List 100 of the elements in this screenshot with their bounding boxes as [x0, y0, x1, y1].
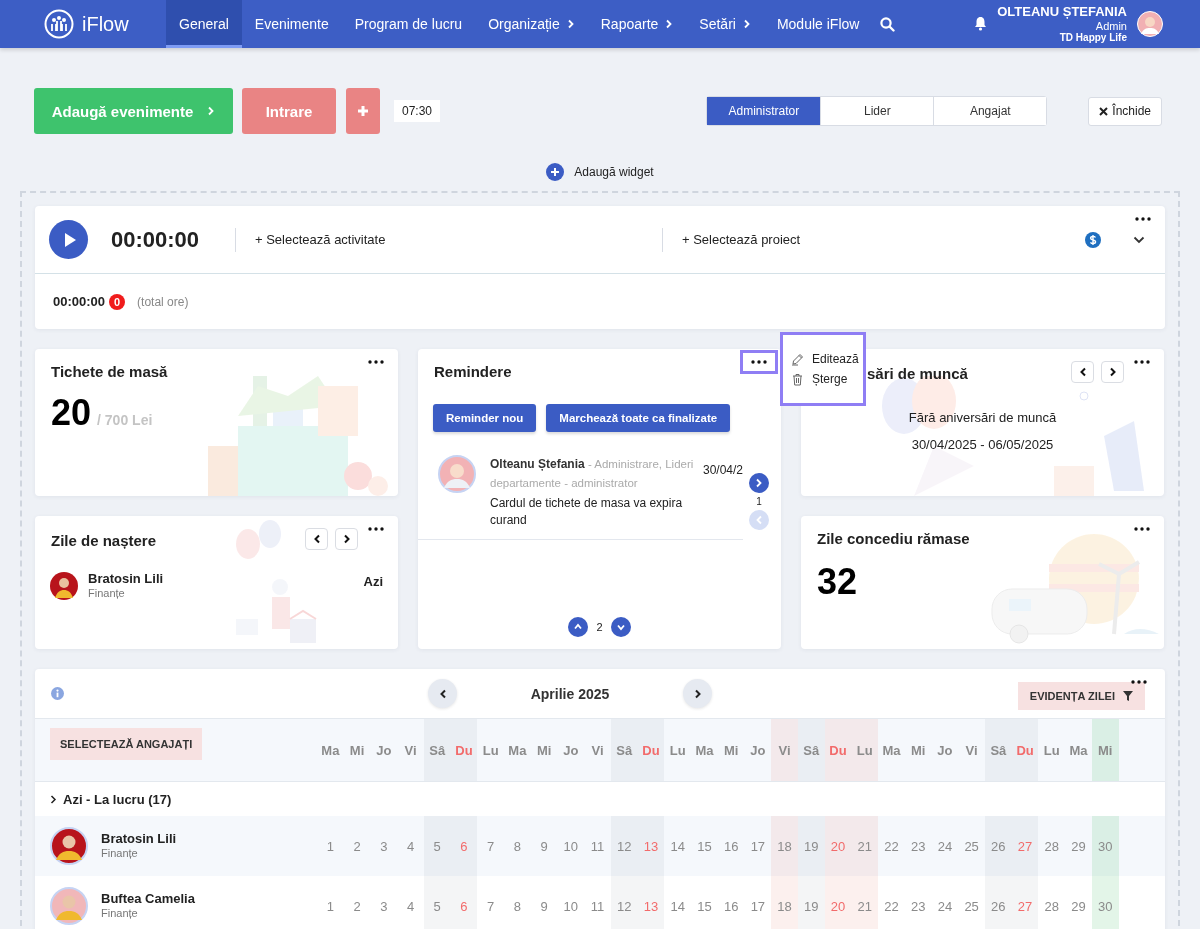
day-cell: 13 [637, 876, 665, 929]
more-icon[interactable] [368, 360, 384, 364]
weekday-header: Sâ [984, 719, 1012, 781]
day-records-filter-button[interactable]: EVIDENȚA ZILEI [1017, 681, 1145, 710]
nav-item[interactable]: General [166, 0, 242, 48]
day-cell-text: 8 [512, 897, 522, 916]
day-cell-text: 16 [722, 837, 740, 856]
day-cell-text: 17 [749, 837, 767, 856]
select-activity-button[interactable]: + Selectează activitate [255, 232, 386, 247]
select-project-button[interactable]: + Selectează proiect [682, 232, 801, 247]
filter-icon [1123, 690, 1133, 701]
bell-icon[interactable] [974, 16, 988, 32]
day-cell-text: 14 [669, 837, 686, 856]
reminder-message: Cardul de tichete de masa va expira curand [490, 495, 684, 529]
more-icon[interactable] [1134, 360, 1150, 364]
chevron-right-icon [693, 688, 702, 699]
weekday-header: Mi [909, 741, 927, 760]
next-month-button[interactable] [683, 679, 712, 708]
day-cell: 20 [824, 816, 852, 876]
day-cell-text: 10 [562, 837, 580, 856]
day-cell-text: 3 [379, 837, 389, 856]
next-button[interactable] [1101, 361, 1124, 383]
more-icon[interactable] [1131, 680, 1147, 684]
avatar[interactable] [1137, 11, 1163, 37]
weekday-header: Jo [562, 741, 580, 760]
day-cell: 21 [851, 876, 879, 929]
weekday-header: Lu [668, 741, 687, 760]
weekday-header: Jo [375, 741, 393, 760]
card-title: Zile de naștere [51, 531, 157, 549]
more-icon[interactable] [368, 527, 384, 531]
weekday-header: Vi [403, 741, 418, 760]
day-cell-text: 24 [936, 897, 954, 916]
day-cell: 20 [824, 876, 852, 929]
more-button[interactable] [740, 350, 778, 374]
chevron-right-icon [207, 106, 216, 116]
chevron-right-icon [566, 19, 575, 29]
day-cell-text: 25 [963, 837, 980, 856]
plus-icon [546, 163, 565, 181]
weekday-header: Du [637, 719, 665, 781]
day-cell-text: 25 [963, 897, 980, 916]
weekday-header: Vi [771, 719, 798, 781]
previous-month-button[interactable] [428, 679, 457, 708]
day-cell: 26 [984, 816, 1012, 876]
day-cell-text: 3 [379, 897, 389, 916]
group-toggle[interactable]: Azi - La lucru (17) [50, 791, 172, 807]
day-cell: 30 [1091, 816, 1119, 876]
day-cell-text: 2 [352, 837, 362, 856]
timer-display: 00:00:00 [111, 226, 201, 253]
avatar [50, 572, 78, 600]
role-tab[interactable]: Angajat [933, 97, 1047, 125]
select-employees-button[interactable]: SELECTEAZĂ ANGAJAȚI [50, 728, 203, 760]
chevron-down-icon[interactable] [1133, 235, 1145, 244]
role-tab[interactable]: Administrator [707, 97, 821, 125]
chevron-left-icon [312, 534, 321, 544]
day-cell-text: 8 [512, 837, 522, 856]
weekday-header: Sâ [797, 719, 825, 781]
next-button[interactable] [335, 528, 358, 550]
day-cell-text: 11 [589, 837, 606, 856]
reminder-action-button[interactable]: Marchează toate ca finalizate [546, 404, 731, 432]
day-cell: 6 [450, 876, 478, 929]
weekday-header: Ma [1068, 741, 1089, 760]
day-cell-text: 9 [539, 837, 549, 856]
weekday-header: Sâ [423, 719, 451, 781]
search-icon[interactable] [880, 16, 896, 32]
close-button[interactable]: Închide [1088, 96, 1162, 126]
play-button[interactable] [49, 220, 88, 259]
department: Finanțe [101, 847, 139, 860]
day-cell-text: 1 [325, 837, 335, 856]
avatar [438, 455, 476, 493]
chevron-right-icon [342, 534, 351, 544]
page-up-button[interactable] [568, 617, 589, 637]
weekday-header: Du [824, 719, 852, 781]
add-button[interactable] [346, 88, 380, 134]
chevron-right-icon [1108, 367, 1117, 377]
day-cell-text: 11 [589, 897, 606, 916]
add-widget-button[interactable]: Adaugă widget [546, 163, 654, 181]
day-cell-text: 23 [909, 897, 927, 916]
reminder-action-button[interactable]: Reminder nou [433, 404, 537, 432]
nav-item[interactable]: Organizație [475, 0, 588, 48]
weekday-header: Lu [1042, 741, 1061, 760]
nav-item[interactable]: Rapoarte [587, 0, 687, 48]
previous-button[interactable] [305, 528, 328, 550]
more-icon[interactable] [1135, 217, 1151, 221]
logo-text[interactable]: iFlow [82, 12, 129, 36]
nav-item[interactable]: Evenimente [241, 0, 342, 48]
coin-icon[interactable] [1085, 231, 1101, 248]
chevron-down-icon [616, 622, 625, 632]
previous-button[interactable] [1071, 361, 1094, 383]
nav-item[interactable]: Setări [686, 0, 764, 48]
nav-item[interactable]: Program de lucru [341, 0, 476, 48]
weekday-header: Ma [320, 741, 341, 760]
day-cell: 12 [610, 816, 638, 876]
more-icon[interactable] [1134, 527, 1150, 531]
chevron-right-icon [665, 19, 674, 29]
nav-item[interactable]: Module iFlow [763, 0, 873, 48]
more-icon[interactable] [751, 360, 767, 364]
leave-days-count: 32 [817, 561, 858, 603]
page-down-button[interactable] [610, 617, 631, 637]
next-button[interactable] [749, 473, 769, 493]
day-cell: 13 [637, 816, 665, 876]
